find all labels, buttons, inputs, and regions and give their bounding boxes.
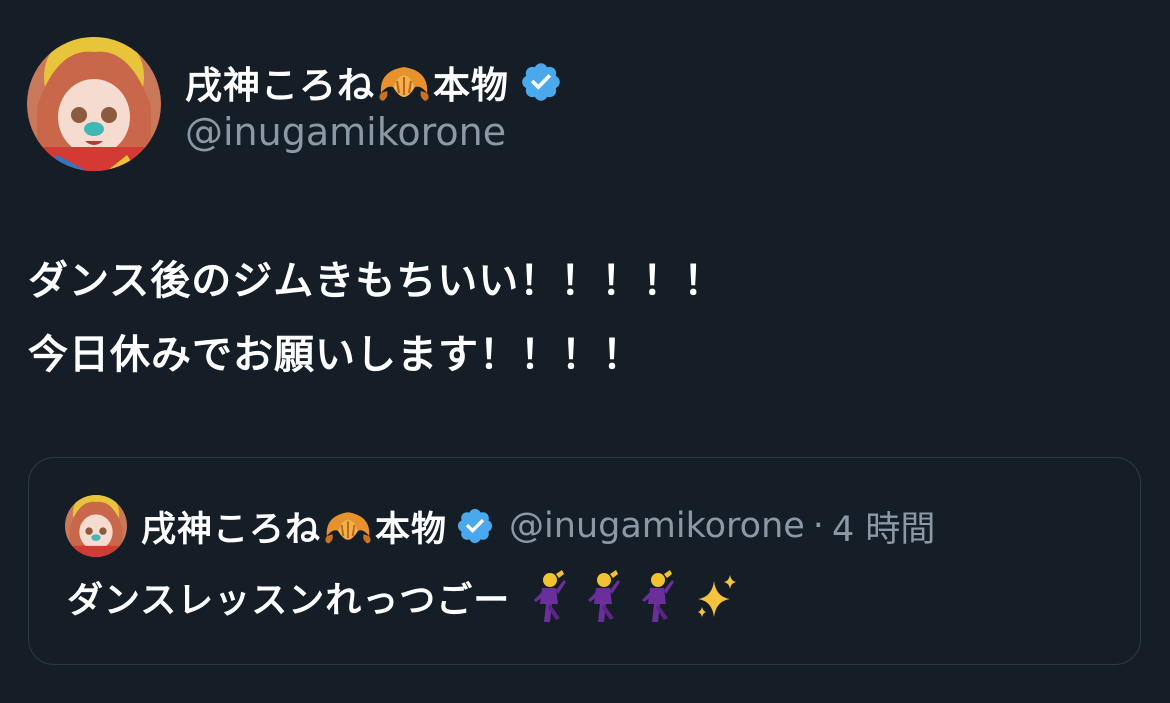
avatar[interactable] (27, 37, 161, 171)
quoted-tweet[interactable]: 戌神ころね 本物 @inugamikorone · 4 時間 ダンスレッスンれっ… (28, 457, 1141, 665)
display-name[interactable]: 戌神ころね (185, 55, 375, 109)
quoted-handle[interactable]: @inugamikorone (509, 506, 805, 546)
dancer-icon (642, 570, 675, 622)
quoted-text: ダンスレッスンれっつごー (67, 580, 511, 621)
tweet-line: 今日休みでお願いします！！！！ (28, 332, 643, 378)
croissant-icon (379, 67, 429, 101)
quoted-tweet-header: 戌神ころね 本物 @inugamikorone · 4 時間 (65, 494, 935, 558)
croissant-icon (325, 512, 371, 544)
separator-dot: · (812, 506, 824, 546)
quoted-display-name-suffix[interactable]: 本物 (375, 501, 447, 552)
display-name-row[interactable]: 戌神ころね 本物 (185, 54, 563, 110)
dancer-icon (588, 570, 621, 622)
display-name-suffix[interactable]: 本物 (433, 55, 509, 109)
quoted-avatar-image (65, 495, 127, 557)
dancer-icon (534, 570, 567, 622)
avatar-image (27, 37, 161, 171)
author-info: 戌神ころね 本物 @inugamikorone (185, 54, 563, 154)
tweet-header: 戌神ころね 本物 @inugamikorone (27, 37, 563, 171)
quoted-avatar[interactable] (65, 495, 127, 557)
emoji-group (516, 570, 740, 624)
quoted-timestamp[interactable]: 4 時間 (832, 501, 935, 552)
verified-badge-icon (522, 63, 560, 101)
tweet-text: ダンス後のジムきもちいい！！！！！ 今日休みでお願いします！！！！ (28, 244, 724, 392)
quoted-tweet-text: ダンスレッスンれっつごー (67, 570, 740, 624)
quoted-display-name[interactable]: 戌神ころね (141, 501, 321, 552)
sparkles-icon (698, 575, 737, 617)
tweet-line: ダンス後のジムきもちいい！！！！！ (28, 258, 725, 304)
author-handle[interactable]: @inugamikorone (185, 110, 563, 154)
verified-badge-icon (457, 508, 493, 544)
